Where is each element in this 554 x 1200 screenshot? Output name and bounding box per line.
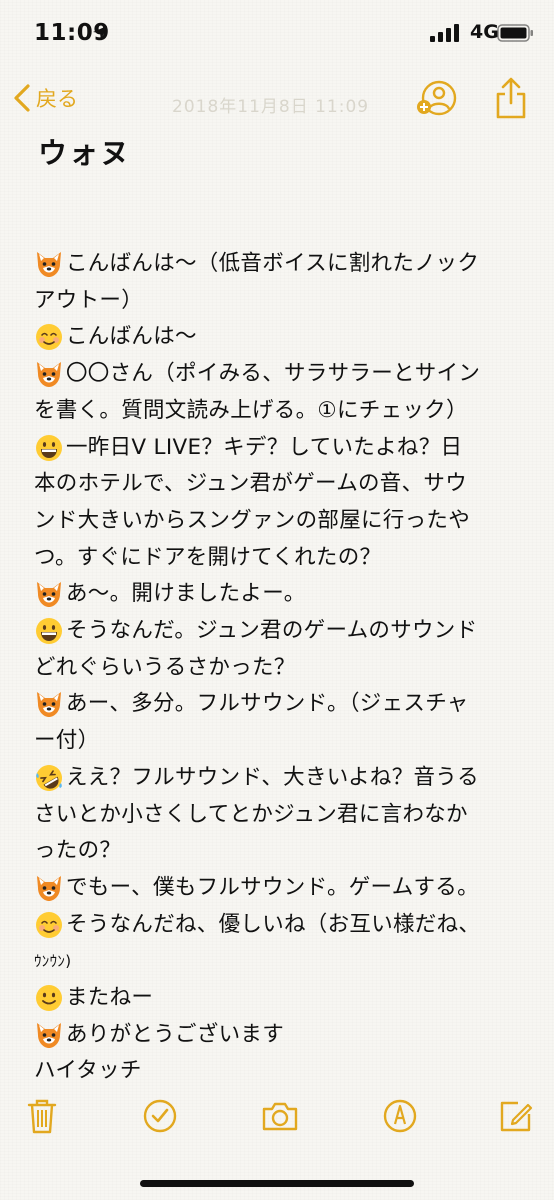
note-line-text: そうなんだ。ジュン君のゲームのサウンド — [66, 618, 478, 644]
note-line: 一昨日V LIVE？キデ？していたよね？日 — [34, 430, 534, 467]
note-line-text: さいとか小さくしてとかジュン君に言わなか — [34, 801, 468, 827]
fox-emoji-icon — [34, 1020, 64, 1050]
camera-icon[interactable] — [260, 1096, 300, 1136]
note-line-text: ー付） — [34, 728, 100, 754]
fox-emoji-icon — [34, 873, 64, 903]
note-line: どれぐらいうるさかった？ — [34, 650, 534, 687]
note-line: そうなんだね、優しいね（お互い様だね、 — [34, 907, 534, 944]
rolling-laughing-emoji-icon — [34, 763, 64, 793]
network-type: 4G — [470, 21, 499, 43]
note-line-text: またねー — [66, 985, 154, 1011]
note-line: あー、多分。フルサウンド。（ジェスチャ — [34, 686, 534, 723]
slight-smile-emoji-icon — [34, 983, 64, 1013]
note-title: ウォヌ — [38, 136, 132, 170]
note-line: 〇〇さん（ポイみる、サラサラーとサイン — [34, 356, 534, 393]
fox-emoji-icon — [34, 249, 64, 279]
add-person-icon[interactable] — [413, 78, 457, 118]
note-line: こんばんは〜 — [34, 319, 534, 356]
note-line: アウトー） — [34, 283, 534, 320]
note-line: またねー — [34, 980, 534, 1017]
note-line-text: 〇〇さん（ポイみる、サラサラーとサイン — [66, 361, 481, 387]
note-line-text: こんばんは〜 — [66, 324, 197, 350]
note-body[interactable]: こんばんは〜（低音ボイスに割れたノックアウトー） こんばんは〜〇〇さん（ポイみる、… — [34, 246, 534, 1090]
note-line-text: あ〜。開けましたよー。 — [66, 581, 306, 607]
back-button[interactable]: 戻る — [12, 82, 78, 114]
note-line-text: あー、多分。フルサウンド。（ジェスチャ — [66, 691, 469, 717]
chevron-left-icon — [14, 84, 30, 112]
note-line-text: ｳﾝｳﾝ) — [34, 952, 72, 971]
note-line: ー付） — [34, 723, 534, 760]
fox-emoji-icon — [34, 689, 64, 719]
note-line: ンド大きいからスングァンの部屋に行ったや — [34, 503, 534, 540]
fox-emoji-icon — [34, 359, 64, 389]
note-line-text: どれぐらいうるさかった？ — [34, 654, 296, 680]
fox-emoji-icon — [34, 579, 64, 609]
note-line: こんばんは〜（低音ボイスに割れたノック — [34, 246, 534, 283]
status-bar: 11:09 4G — [0, 0, 554, 60]
note-line-text: アウトー） — [34, 287, 144, 313]
compose-icon[interactable] — [496, 1096, 536, 1136]
markup-icon[interactable] — [380, 1096, 420, 1136]
location-arrow-icon — [93, 26, 107, 40]
back-label: 戻る — [36, 87, 78, 111]
note-date: 2018年11月8日 11:09 — [172, 97, 370, 117]
note-line-text: でもー、僕もフルサウンド。ゲームする。 — [66, 874, 479, 900]
note-line: ｳﾝｳﾝ) — [34, 943, 534, 980]
note-line-text: ハイタッチ — [34, 1058, 142, 1084]
note-line: 本のホテルで、ジュン君がゲームの音、サウ — [34, 466, 534, 503]
note-line-text: ったの？ — [34, 838, 122, 864]
signal-bars-icon — [430, 24, 459, 42]
note-line: を書く。質問文読み上げる。①にチェック） — [34, 393, 534, 430]
smiling-face-emoji-icon — [34, 322, 64, 352]
note-line-text: 一昨日V LIVE？キデ？していたよね？日 — [66, 434, 463, 460]
note-line: ったの？ — [34, 833, 534, 870]
checklist-icon[interactable] — [140, 1096, 180, 1136]
note-line-text: そうなんだね、優しいね（お互い様だね、 — [66, 911, 481, 937]
note-line-text: ありがとうございます — [66, 1021, 285, 1047]
trash-icon[interactable] — [22, 1096, 62, 1136]
note-line: つ。すぐにドアを開けてくれたの？ — [34, 540, 534, 577]
note-line-text: こんばんは〜（低音ボイスに割れたノック — [66, 251, 480, 276]
note-line: さいとか小さくしてとかジュン君に言わなか — [34, 797, 534, 834]
share-icon[interactable] — [494, 76, 528, 120]
grinning-face-emoji-icon — [34, 616, 64, 646]
note-line: ハイタッチ — [34, 1053, 534, 1090]
note-line-text: つ。すぐにドアを開けてくれたの？ — [34, 544, 382, 570]
note-line-text: 本のホテルで、ジュン君がゲームの音、サウ — [34, 471, 467, 497]
note-line: そうなんだ。ジュン君のゲームのサウンド — [34, 613, 534, 650]
note-line-text: を書く。質問文読み上げる。①にチェック） — [34, 397, 468, 423]
home-indicator[interactable] — [140, 1180, 414, 1187]
note-line: ありがとうございます — [34, 1017, 534, 1054]
note-line: あ〜。開けましたよー。 — [34, 576, 534, 613]
note-line-text: ええ？フルサウンド、大きいよね？音うる — [66, 764, 479, 790]
note-line-text: ンド大きいからスングァンの部屋に行ったや — [34, 507, 471, 533]
battery-icon — [497, 24, 533, 42]
grinning-face-emoji-icon — [34, 433, 64, 463]
note-line: でもー、僕もフルサウンド。ゲームする。 — [34, 870, 534, 907]
smiling-face-emoji-icon — [34, 910, 64, 940]
note-line: ええ？フルサウンド、大きいよね？音うる — [34, 760, 534, 797]
